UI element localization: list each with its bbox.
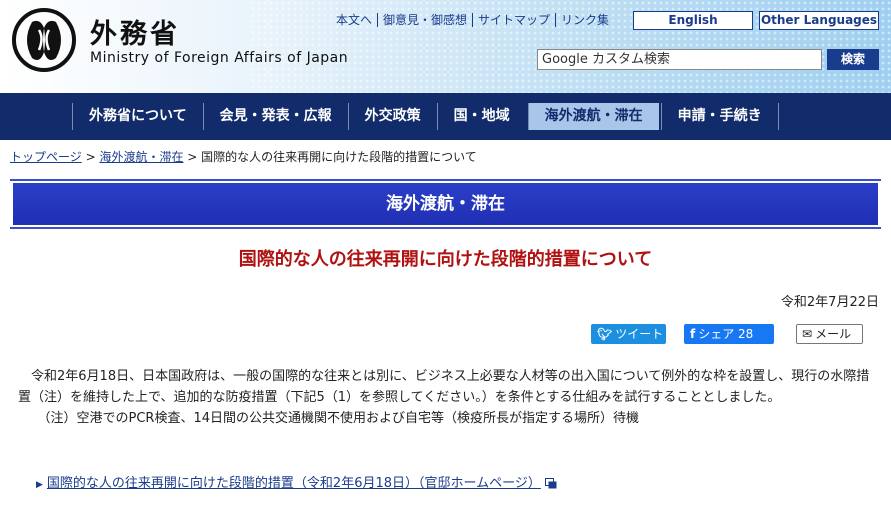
mail-share-button[interactable]: ✉ メール [796, 324, 863, 344]
site-title[interactable]: 外務省 [90, 12, 180, 51]
feedback-link[interactable]: 御意見・御感想 [377, 13, 472, 27]
search-button[interactable]: 検索 [827, 49, 879, 70]
facebook-icon: f [690, 327, 696, 341]
breadcrumb: トップページ > 海外渡航・滞在 > 国際的な人の往来再開に向けた段階的措置につ… [10, 148, 477, 165]
external-window-icon [544, 478, 557, 489]
mail-label: メール [815, 327, 852, 341]
nav-item-about[interactable]: 外務省について [72, 103, 203, 130]
body-note: （注）空港でのPCR検査、14日間の公共交通機関不使用および自宅等（検疫所長が指… [37, 411, 640, 426]
facebook-share-label: シェア 28 [698, 327, 754, 341]
twitter-bird-icon: 🐦︎ [597, 327, 613, 341]
nav-item-regions[interactable]: 国・地域 [436, 103, 526, 130]
breadcrumb-home-link[interactable]: トップページ [10, 150, 82, 164]
utility-links: 本文へ 御意見・御感想 サイトマップ リンク集 [331, 13, 614, 27]
global-nav: 外務省について 会見・発表・広報 外交政策 国・地域 海外渡航・滞在 申請・手続… [0, 93, 891, 140]
section-header: 海外渡航・滞在 [10, 179, 881, 229]
site-header: 外務省 Ministry of Foreign Affairs of Japan… [0, 0, 891, 93]
breadcrumb-separator: > [81, 150, 100, 164]
reference-link-row: ▶ 国際的な人の往来再開に向けた段階的措置（令和2年6月18日）（官邸ホームページ… [36, 472, 557, 491]
breadcrumb-current: 国際的な人の往来再開に向けた段階的措置について [201, 150, 477, 164]
nav-item-procedures[interactable]: 申請・手続き [660, 103, 779, 130]
nav-item-policy[interactable]: 外交政策 [347, 103, 437, 130]
site-subtitle[interactable]: Ministry of Foreign Affairs of Japan [90, 50, 348, 66]
breadcrumb-section-link[interactable]: 海外渡航・滞在 [99, 150, 183, 164]
section-title: 海外渡航・滞在 [13, 183, 878, 225]
other-languages-button[interactable]: Other Languages [759, 11, 879, 30]
body-paragraph: 令和2年6月18日、日本国政府は、一般の国際的な往来とは別に、ビジネス上必要な人… [18, 369, 870, 405]
tweet-label: ツイート [615, 327, 664, 341]
triangle-right-icon: ▶ [36, 480, 43, 490]
nav-item-press[interactable]: 会見・発表・広報 [202, 103, 348, 130]
search-input[interactable]: Google カスタム検索 [537, 49, 822, 70]
page-title: 国際的な人の往来再開に向けた段階的措置について [238, 249, 653, 270]
links-page-link[interactable]: リンク集 [555, 13, 614, 27]
nav-item-travel[interactable]: 海外渡航・滞在 [527, 103, 659, 130]
tweet-button[interactable]: 🐦︎ ツイート [591, 324, 666, 344]
english-button[interactable]: English [633, 11, 753, 30]
facebook-share-button[interactable]: f シェア 28 [684, 324, 774, 344]
envelope-icon: ✉ [802, 327, 813, 341]
sitemap-link[interactable]: サイトマップ [472, 13, 555, 27]
skip-to-content-link[interactable]: 本文へ [331, 13, 377, 27]
breadcrumb-separator: > [183, 150, 202, 164]
reference-link[interactable]: 国際的な人の往来再開に向けた段階的措置（令和2年6月18日）（官邸ホームページ） [47, 476, 541, 491]
publish-date: 令和2年7月22日 [780, 295, 879, 310]
mofa-emblem-icon[interactable] [12, 8, 76, 72]
article-body: 令和2年6月18日、日本国政府は、一般の国際的な往来とは別に、ビジネス上必要な人… [18, 366, 880, 429]
